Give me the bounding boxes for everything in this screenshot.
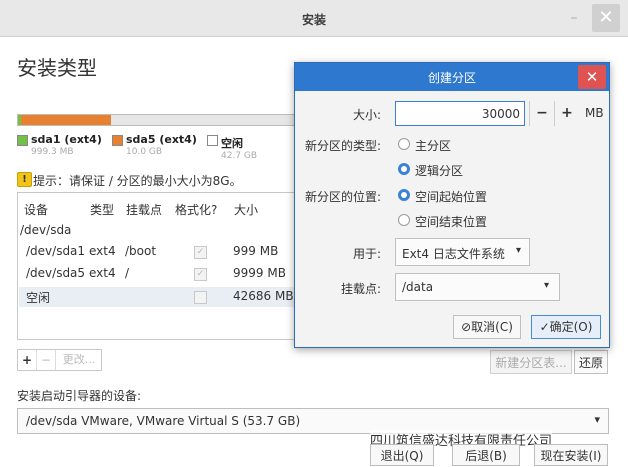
window-titlebar: 安装 – ✕ (0, 0, 628, 37)
col-header-format[interactable]: 格式化? (175, 201, 217, 218)
mount-point-combo[interactable]: /data ▾ (395, 273, 560, 301)
col-header-type[interactable]: 类型 (90, 201, 114, 218)
legend-sda5-size: 10.0 GB (126, 147, 163, 157)
install-now-button[interactable]: 现在安装(I) (534, 444, 608, 466)
dialog-titlebar: 创建分区 ✕ (295, 63, 609, 91)
chevron-down-icon: ▾ (515, 245, 521, 256)
chevron-down-icon: ▾ (543, 280, 549, 291)
size-unit-label: MB (585, 106, 604, 120)
new-partition-table-button[interactable]: 新建分区表... (490, 350, 572, 374)
minimize-icon[interactable]: – (564, 8, 584, 28)
legend-sda5-name: sda5 (ext4) (126, 133, 197, 146)
partition-location-label: 新分区的位置: (304, 190, 381, 204)
row-sda1-type: ext4 (89, 244, 116, 258)
dialog-ok-button[interactable]: ✓确定(O) (531, 315, 601, 339)
table-group-label[interactable]: /dev/sda (20, 223, 71, 237)
dialog-cancel-button[interactable]: ⊘取消(C) (453, 315, 521, 339)
quit-button[interactable]: 退出(Q) (370, 444, 434, 466)
row-free-device[interactable]: 空闲 (26, 289, 50, 306)
legend-swatch-sda5 (112, 135, 123, 146)
bar-segment-sda5 (21, 115, 111, 125)
mount-point-value: /data (402, 280, 434, 294)
type-primary-label[interactable]: 主分区 (415, 137, 451, 154)
col-header-size[interactable]: 大小 (234, 201, 258, 218)
use-as-label: 用于: (352, 247, 381, 261)
partition-type-label: 新分区的类型: (304, 139, 381, 153)
row-sda5-device[interactable]: /dev/sda5 (26, 266, 85, 280)
partition-table: 设备 类型 挂载点 格式化? 大小 /dev/sda /dev/sda1 ext… (17, 192, 317, 340)
location-end-label[interactable]: 空间结束位置 (415, 213, 487, 230)
legend-sda1-name: sda1 (ext4) (31, 133, 102, 146)
col-header-device[interactable]: 设备 (24, 201, 48, 218)
checkmark-icon: ✓ (539, 320, 550, 334)
legend-swatch-sda1 (17, 135, 28, 146)
row-sda1-device[interactable]: /dev/sda1 (26, 244, 85, 258)
row-sda5-type: ext4 (89, 266, 116, 280)
location-start-label[interactable]: 空间起始位置 (415, 188, 487, 205)
hint-text: 提示：请保证 / 分区的最小大小为8G。 (33, 174, 242, 188)
back-button[interactable]: 后退(B) (452, 444, 520, 466)
page-title: 安装类型 (17, 56, 97, 80)
row-free-size: 42686 MB (233, 289, 294, 303)
revert-button[interactable]: 还原 (574, 350, 608, 374)
ok-button-label: 确定(O) (549, 320, 593, 334)
row-sda5-size: 9999 MB (233, 266, 286, 280)
filesystem-select-value: Ext4 日志文件系统 (402, 247, 505, 261)
cancel-icon: ⊘ (461, 320, 472, 334)
legend-free-name: 空闲 (221, 137, 243, 150)
partition-usage-bar (17, 114, 317, 126)
bootloader-device-value: /dev/sda VMware, VMware Virtual S (53.7 … (26, 414, 301, 428)
row-sda1-size: 999 MB (233, 244, 279, 258)
create-partition-dialog: 创建分区 ✕ 大小: 30000 − + MB 新分区的类型: 主分区 逻辑分区… (294, 62, 610, 348)
row-free-format-checkbox (194, 291, 207, 304)
warning-icon: ! (17, 172, 32, 187)
partition-toolbar: + − 更改... (17, 349, 102, 371)
size-increment-button[interactable]: + (554, 101, 579, 126)
change-partition-button[interactable]: 更改... (57, 350, 101, 370)
remove-partition-button[interactable]: − (37, 350, 56, 370)
location-end-radio[interactable] (398, 214, 410, 226)
add-partition-button[interactable]: + (18, 350, 37, 370)
size-input-value: 30000 (481, 107, 520, 121)
window-title: 安装 (301, 13, 326, 27)
dialog-title: 创建分区 (427, 71, 476, 85)
row-sda5-mount: / (125, 266, 130, 280)
row-sda1-format-checkbox[interactable]: ✓ (194, 246, 207, 259)
window-close-icon[interactable]: ✕ (592, 4, 620, 32)
col-header-mount[interactable]: 挂载点 (126, 201, 162, 218)
type-primary-radio[interactable] (398, 138, 410, 150)
type-logical-label[interactable]: 逻辑分区 (415, 162, 463, 179)
location-start-radio[interactable] (398, 189, 410, 201)
filesystem-select[interactable]: Ext4 日志文件系统 ▾ (395, 238, 530, 266)
chevron-down-icon: ▾ (594, 413, 600, 426)
cancel-button-label: 取消(C) (471, 320, 513, 334)
mount-point-label: 挂载点: (340, 282, 381, 296)
type-logical-radio[interactable] (398, 163, 410, 175)
size-label: 大小: (352, 108, 381, 122)
legend-swatch-free (207, 135, 218, 146)
dialog-close-icon[interactable]: ✕ (578, 65, 606, 89)
legend-sda1-size: 999.3 MB (31, 147, 74, 157)
size-input[interactable]: 30000 (395, 101, 525, 126)
bootloader-device-label: 安装启动引导器的设备: (17, 389, 142, 403)
row-sda1-mount: /boot (125, 244, 157, 258)
size-decrement-button[interactable]: − (529, 101, 554, 126)
legend-free-size: 42.7 GB (221, 151, 258, 161)
row-sda5-format-checkbox[interactable]: ✓ (194, 268, 207, 281)
